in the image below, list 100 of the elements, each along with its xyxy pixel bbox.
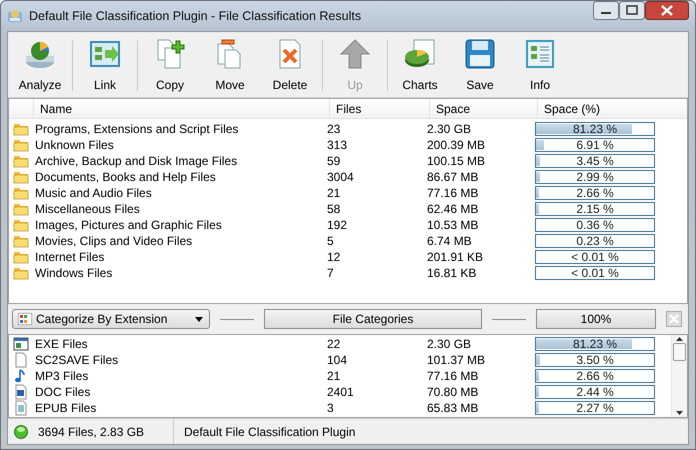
scroll-down-icon[interactable] [676,411,683,415]
space-cell-text: 77.16 MB [427,368,480,385]
name-cell[interactable]: Images, Pictures and Graphic Files [33,216,327,234]
space-cell-text: 201.91 KB [427,249,484,266]
name-cell[interactable]: Internet Files [33,248,327,266]
space-cell-text: 10.53 MB [427,217,480,234]
space-cell-text: 16.81 KB [427,265,478,282]
space-cell-text: 6.74 MB [427,233,473,250]
files-cell-text: 3 [327,400,335,417]
pie-chart-icon [404,38,436,70]
percentage-text: 2.44 % [576,384,614,401]
scrollbar[interactable] [671,335,687,417]
space-cell-text: 77.16 MB [427,185,480,202]
percentage-text: 2.15 % [576,201,614,218]
column-header[interactable]: Space [429,99,537,118]
folder-icon [13,265,29,281]
percentage-text: 2.66 % [576,185,614,202]
files-cell-text: 2401 [327,384,355,401]
up-arrow-icon [339,38,371,70]
percentage-text: 2.66 % [576,368,614,385]
name-cell[interactable]: Archive, Backup and Disk Image Files [33,152,327,170]
name-cell[interactable]: Miscellaneous Files [33,200,327,218]
folder-icon [13,185,29,201]
name-cell[interactable]: Documents, Books and Help Files [33,168,327,186]
window-title: Default File Classification Plugin - File Classification Results [29,8,362,25]
status-summary: 3694 Files, 2.83 GB [38,424,144,440]
categorize-dropdown[interactable]: Categorize By Extension [12,309,210,329]
name-cell[interactable]: EXE Files [33,335,327,353]
name-cell[interactable]: Movies, Clips and Video Files [33,232,327,250]
zoom-level-field: 100% [536,309,656,329]
folder-icon [13,169,29,185]
space-cell-text: 62.46 MB [427,201,480,218]
scroll-thumb[interactable] [673,343,686,361]
files-cell-text: 192 [327,217,348,234]
name-cell[interactable]: SC2SAVE Files [33,351,327,369]
percentage-text: 3.50 % [576,352,614,369]
files-cell-text: 104 [327,352,348,369]
close-button[interactable] [645,1,689,20]
percentage-text: < 0.01 % [571,249,619,266]
toolbar-button[interactable]: Info [510,36,570,95]
toolbar-button[interactable]: Delete [260,36,320,95]
column-header[interactable]: Name [33,99,329,118]
toolbar-button[interactable]: Charts [390,36,450,95]
toolbar-button[interactable]: Move [200,36,260,95]
files-cell-text: 12 [327,249,342,266]
name-cell[interactable]: DOC Files [33,383,327,401]
info-icon [524,38,556,70]
name-cell[interactable]: Music and Audio Files [33,184,327,202]
files-cell-text: 5 [327,233,335,250]
file-categories-button[interactable]: File Categories [264,309,482,329]
toolbar-button[interactable]: Save [450,36,510,95]
percentage-text: 0.36 % [576,217,614,234]
folder-icon [13,153,29,169]
space-cell-text: 65.83 MB [427,400,480,417]
document-icon [13,384,29,400]
files-cell-text: 22 [327,336,342,353]
files-cell-text: 7 [327,265,335,282]
name-cell[interactable]: Windows Files [33,264,327,282]
space-cell-text: 200.39 MB [427,137,486,154]
folder-icon [13,137,29,153]
space-cell-text: 100.15 MB [427,153,486,170]
app-icon [7,8,23,24]
files-cell-text: 3004 [327,169,355,186]
files-cell-text: 21 [327,368,342,385]
scroll-up-icon[interactable] [676,337,683,341]
files-cell-text: 58 [327,201,342,218]
space-cell-text: 2.30 GB [427,336,472,353]
toolbar-button[interactable]: Link [75,36,135,95]
folder-icon [13,121,29,137]
maximize-button[interactable] [619,1,645,20]
status-plugin: Default File Classification Plugin [183,424,356,440]
files-cell-text: 59 [327,153,342,170]
name-cell[interactable]: Programs, Extensions and Script Files [33,120,327,138]
space-cell-text: 2.30 GB [427,121,472,138]
space-cell-text: 70.80 MB [427,384,480,401]
minimize-button[interactable] [593,1,619,20]
caret-icon [195,316,203,322]
column-header[interactable]: Space (%) [537,99,667,118]
folder-icon [13,217,29,233]
name-cell[interactable]: Unknown Files [33,136,327,154]
space-cell-text: 86.67 MB [427,169,480,186]
toolbar-button[interactable]: Copy [140,36,200,95]
files-cell-text: 23 [327,121,342,138]
percentage-text: 6.91 % [576,137,614,154]
grid-icon [18,313,32,325]
files-cell-text: 313 [327,137,348,154]
toolbar-button[interactable]: Analyze [10,36,70,95]
percentage-text: 2.27 % [576,400,614,417]
column-header[interactable]: Files [329,99,429,118]
files-cell-text: 21 [327,185,342,202]
percentage-text: 81.23 % [572,336,618,353]
percentage-text: 3.45 % [576,153,614,170]
folder-icon [13,201,29,217]
name-cell[interactable]: EPUB Files [33,399,327,417]
percentage-text: 2.99 % [576,169,614,186]
folder-icon [13,233,29,249]
blank-file-icon [13,352,29,368]
name-cell[interactable]: MP3 Files [33,367,327,385]
space-cell-text: 101.37 MB [427,352,486,369]
status-light-icon [14,424,28,438]
